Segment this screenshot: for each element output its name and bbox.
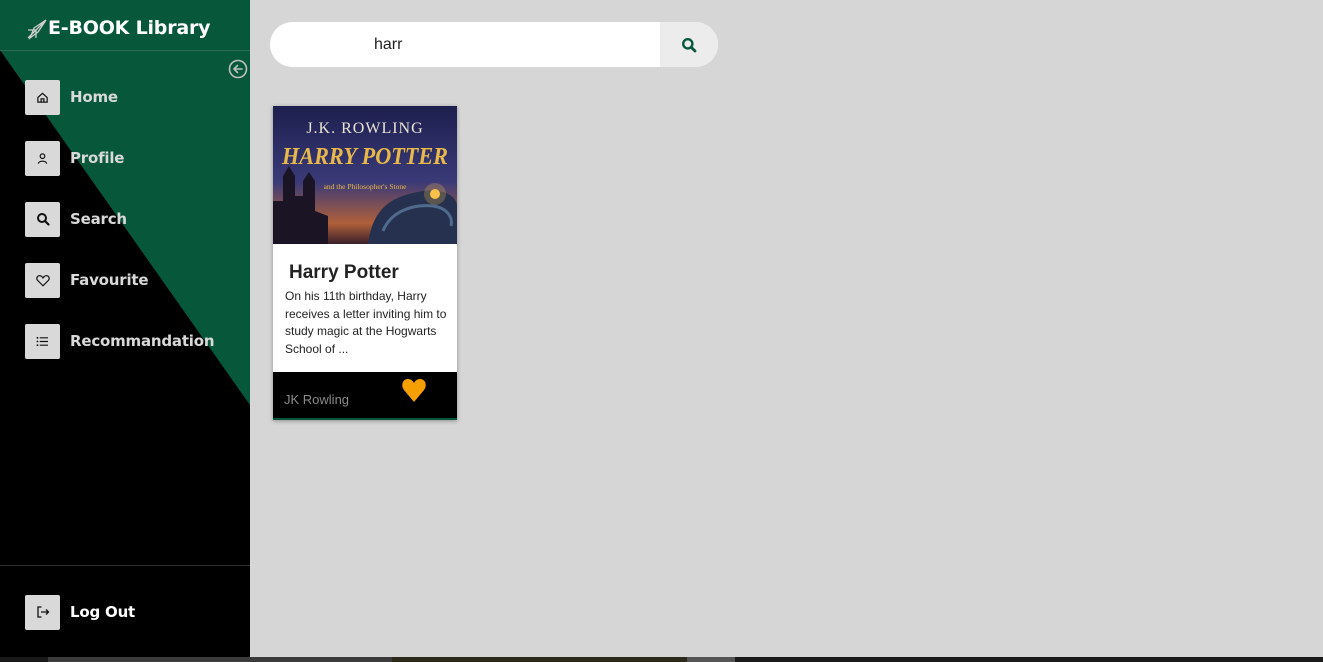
- taskbar-strip: [0, 657, 1323, 662]
- sidebar-item-label: Home: [70, 88, 118, 106]
- taskbar-segment: [687, 657, 735, 662]
- logout-label: Log Out: [70, 603, 136, 621]
- book-card-footer: JK Rowling: [273, 372, 457, 420]
- search-icon: [682, 37, 697, 52]
- favourite-heart-icon[interactable]: [401, 377, 427, 403]
- cover-subtitle: and the Philosopher's Stone: [324, 182, 407, 191]
- cover-author: J.K. ROWLING: [306, 120, 423, 137]
- brand-header[interactable]: E-BOOK Library: [0, 0, 250, 51]
- sidebar-item-label: Search: [70, 210, 127, 228]
- user-icon: [25, 140, 60, 176]
- book-card[interactable]: J.K. ROWLING HARRY POTTER and the Philos…: [273, 106, 457, 420]
- sidebar-item-profile[interactable]: Profile: [25, 140, 124, 176]
- book-author: JK Rowling: [284, 392, 350, 407]
- taskbar-segment: [48, 657, 392, 662]
- sidebar-item-label: Favourite: [70, 271, 149, 289]
- taskbar-segment: [392, 657, 687, 662]
- search-icon: [25, 201, 60, 237]
- sidebar-item-search[interactable]: Search: [25, 201, 127, 237]
- sidebar-item-favourite[interactable]: Favourite: [25, 262, 149, 298]
- list-icon: [25, 323, 60, 359]
- search-input[interactable]: [270, 22, 660, 67]
- app-title: E-BOOK Library: [48, 17, 211, 39]
- sidebar-item-recommandation[interactable]: Recommandation: [25, 323, 215, 359]
- book-logo-icon: [27, 19, 47, 40]
- heart-icon: [25, 262, 60, 298]
- search-bar: [270, 22, 718, 67]
- cover-title: HARRY POTTER: [281, 144, 448, 170]
- sidebar-item-label: Profile: [70, 149, 125, 167]
- sidebar-divider: [0, 565, 250, 566]
- logout-icon: [25, 594, 60, 630]
- sidebar: E-BOOK Library Home Profile Search Favou…: [0, 0, 250, 657]
- logout-button[interactable]: Log Out: [25, 594, 135, 630]
- book-cover-image: J.K. ROWLING HARRY POTTER and the Philos…: [273, 106, 457, 244]
- sidebar-item-label: Recommandation: [70, 332, 215, 350]
- book-title: Harry Potter: [289, 262, 399, 283]
- arrow-left-circle-icon[interactable]: [228, 59, 248, 79]
- search-button[interactable]: [660, 22, 718, 67]
- book-description: On his 11th birthday, Harry receives a l…: [285, 289, 447, 356]
- sidebar-item-home[interactable]: Home: [25, 79, 118, 115]
- home-icon: [25, 79, 60, 115]
